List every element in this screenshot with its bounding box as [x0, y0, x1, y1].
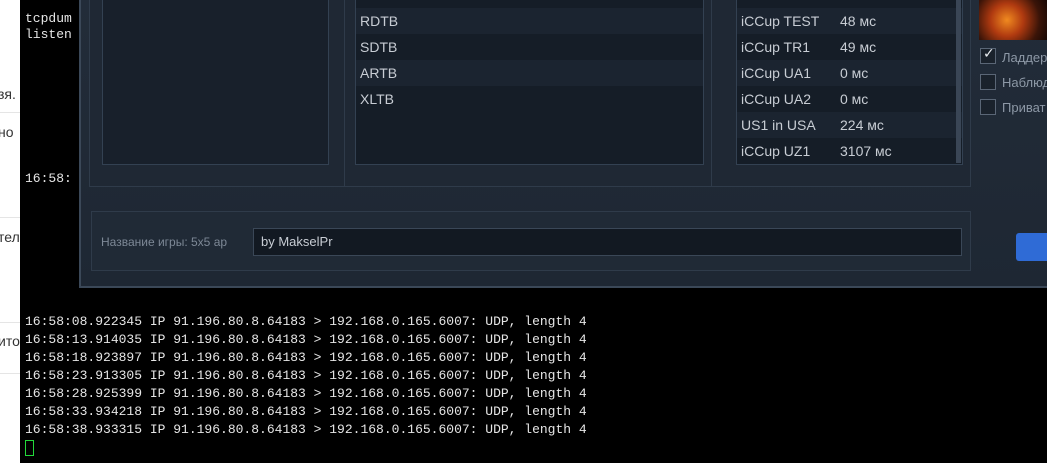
observers-checkbox-label: Наблюд: [1002, 75, 1047, 90]
ladder-checkbox-label: Ладдер: [1002, 50, 1047, 65]
player-list[interactable]: [102, 0, 329, 165]
page-text-fragment: ито: [0, 333, 20, 349]
server-list-item[interactable]: iCCup UA1 0 мс: [737, 60, 962, 86]
map-name: SDTB: [360, 39, 398, 55]
observers-checkbox[interactable]: [980, 74, 996, 90]
page-text-fragment: тел: [0, 229, 20, 245]
page-divider: [0, 322, 20, 323]
server-ping: 3107 мс: [840, 143, 892, 159]
server-name: iCCup UZ1: [741, 143, 811, 159]
background-page: зя. но тел ито: [0, 0, 20, 463]
player-avatar-image: [979, 0, 1047, 40]
terminal-log-line: 16:58:13.914035 IP 91.196.80.8.64183 > 1…: [25, 332, 587, 347]
server-name: iCCup TR1: [741, 39, 810, 55]
server-ping: 224 мс: [840, 117, 884, 133]
servers-panel: iCCup TEST 48 мс iCCup TR1 49 мс iCCup U…: [711, 0, 971, 187]
map-list-item[interactable]: SDTB: [356, 34, 703, 60]
game-client-window: RDTB SDTB ARTB XLTB iCCup TEST 48 мс iCC…: [79, 0, 1047, 288]
left-panel: [89, 0, 346, 187]
terminal-log-line: 16:58:28.925399 IP 91.196.80.8.64183 > 1…: [25, 386, 587, 401]
map-name: ARTB: [360, 65, 398, 81]
server-list-item[interactable]: iCCup TEST 48 мс: [737, 8, 962, 34]
server-list-item[interactable]: US1 in USA 224 мс: [737, 112, 962, 138]
page-divider: [0, 217, 20, 218]
map-name: RDTB: [360, 13, 399, 29]
terminal-cursor: [25, 440, 34, 456]
server-list-item[interactable]: iCCup UZ1 3107 мс: [737, 138, 962, 164]
page-divider: [0, 373, 20, 374]
terminal-log-line: 16:58:23.913305 IP 91.196.80.8.64183 > 1…: [25, 368, 587, 383]
map-list-item[interactable]: ARTB: [356, 60, 703, 86]
terminal-line: 16:58:: [25, 171, 72, 186]
server-name: iCCup UA1: [741, 65, 812, 81]
private-checkbox[interactable]: [980, 99, 996, 115]
map-list-item[interactable]: XLTB: [356, 86, 703, 112]
map-name: XLTB: [360, 91, 394, 107]
server-ping: 48 мс: [840, 13, 877, 29]
terminal-line: listen: [25, 27, 72, 42]
server-list-item[interactable]: iCCup UA2 0 мс: [737, 86, 962, 112]
terminal-log-line: 16:58:33.934218 IP 91.196.80.8.64183 > 1…: [25, 404, 587, 419]
server-name: US1 in USA: [741, 117, 816, 133]
maps-panel: RDTB SDTB ARTB XLTB: [344, 0, 712, 187]
page-divider: [0, 112, 20, 113]
server-list-scrollbar[interactable]: [956, 0, 961, 163]
server-list[interactable]: iCCup TEST 48 мс iCCup TR1 49 мс iCCup U…: [736, 0, 963, 165]
map-list-item[interactable]: RDTB: [356, 8, 703, 34]
server-name: iCCup TEST: [741, 13, 820, 29]
server-name: iCCup UA2: [741, 91, 812, 107]
client-body: RDTB SDTB ARTB XLTB iCCup TEST 48 мс iCC…: [81, 0, 1047, 286]
game-name-label: Название игры: 5x5 ap: [101, 235, 228, 249]
map-list[interactable]: RDTB SDTB ARTB XLTB: [355, 0, 704, 165]
server-list-item[interactable]: iCCup TR1 49 мс: [737, 34, 962, 60]
server-ping: 49 мс: [840, 39, 877, 55]
page-text-fragment: но: [0, 124, 14, 140]
ladder-checkbox[interactable]: [980, 46, 996, 64]
terminal-log-line: 16:58:08.922345 IP 91.196.80.8.64183 > 1…: [25, 314, 587, 329]
game-name-input[interactable]: by MakselPr: [253, 228, 962, 256]
page-text-fragment: зя.: [0, 86, 16, 102]
private-checkbox-label: Приват: [1002, 100, 1046, 115]
create-game-button[interactable]: [1016, 233, 1047, 261]
server-ping: 0 мс: [840, 91, 869, 107]
server-ping: 0 мс: [840, 65, 869, 81]
terminal-log-line: 16:58:18.923897 IP 91.196.80.8.64183 > 1…: [25, 350, 587, 365]
terminal-log-line: 16:58:38.933315 IP 91.196.80.8.64183 > 1…: [25, 422, 587, 437]
